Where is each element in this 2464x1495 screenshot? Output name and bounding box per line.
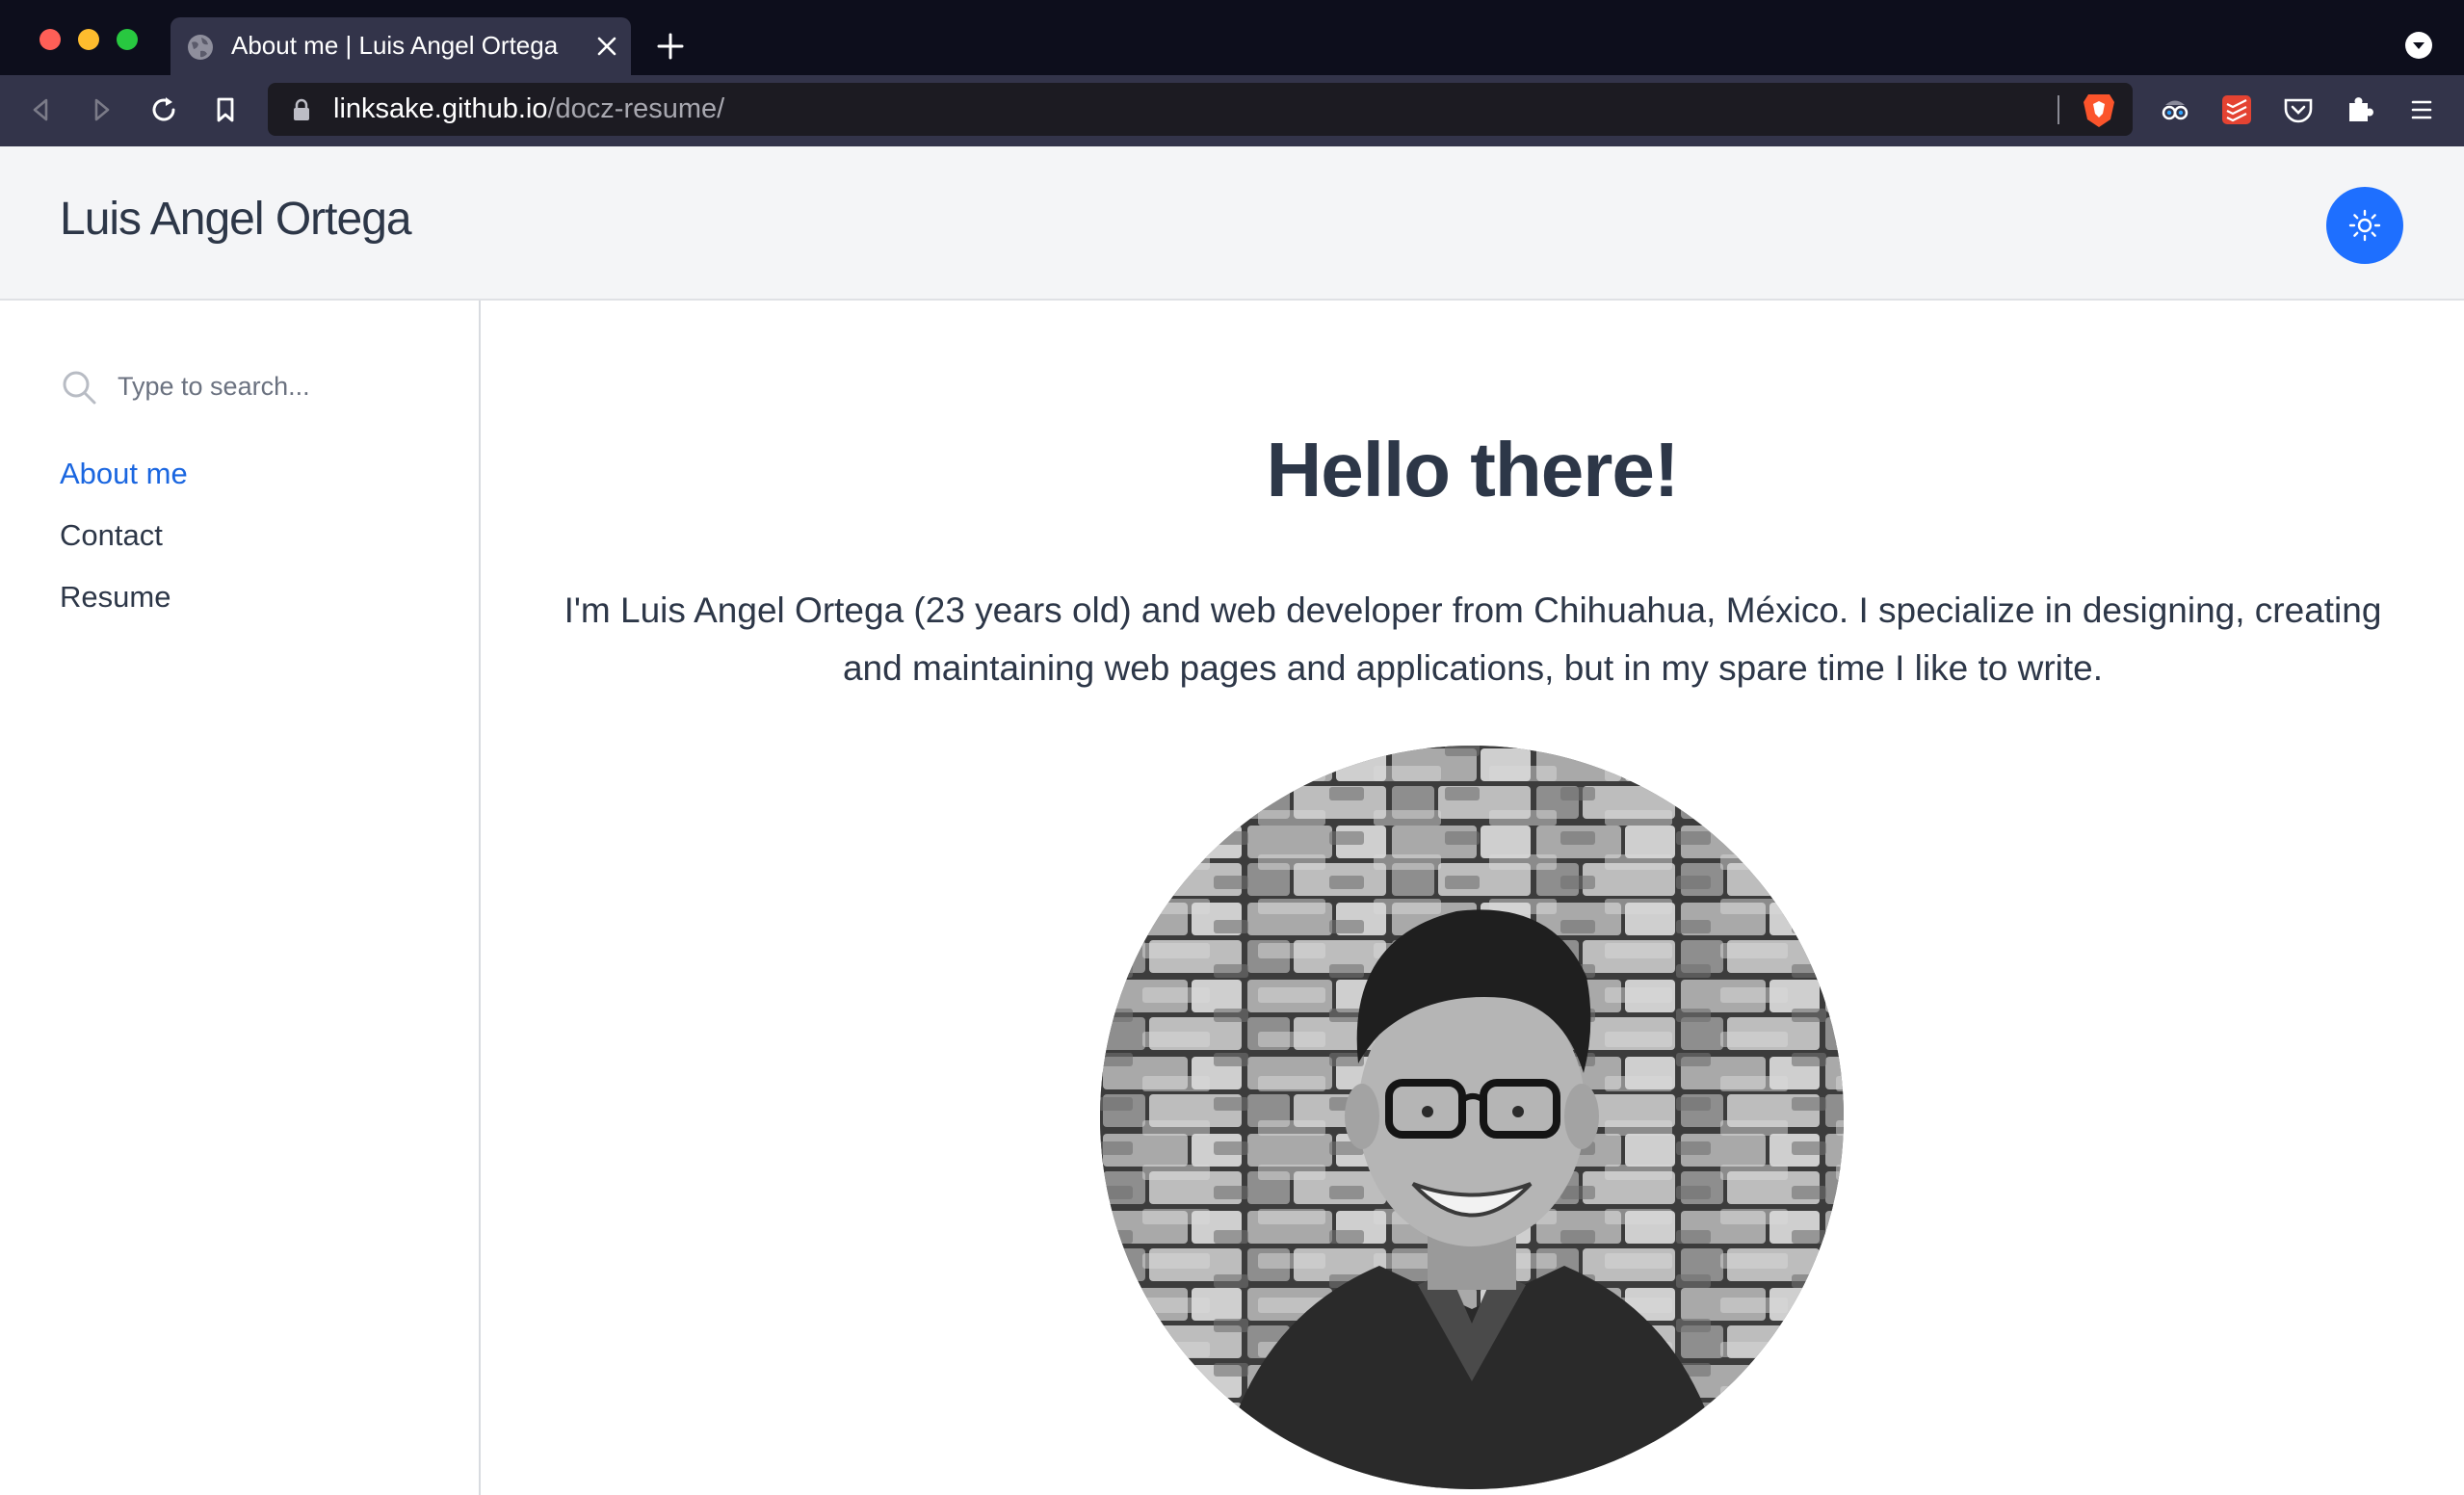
sidebar-item-contact[interactable]: Contact [60, 518, 163, 553]
browser-tab-bar: About me | Luis Angel Ortega [0, 0, 2464, 75]
close-window-button[interactable] [39, 29, 61, 50]
todoist-icon[interactable] [2219, 92, 2254, 127]
search-input[interactable] [116, 362, 457, 410]
lock-icon [294, 98, 309, 120]
maximize-window-button[interactable] [117, 29, 138, 50]
extensions-puzzle-icon[interactable] [2343, 92, 2377, 127]
search-icon [63, 371, 96, 405]
theme-toggle-button[interactable] [2326, 187, 2403, 264]
extension-spy-icon[interactable] [2158, 92, 2192, 127]
bookmark-icon[interactable] [208, 92, 243, 127]
intro-paragraph: I'm Luis Angel Ortega (23 years old) and… [558, 582, 2388, 697]
browser-tab[interactable]: About me | Luis Angel Ortega [170, 17, 631, 75]
main-content: Hello there! I'm Luis Angel Ortega (23 y… [481, 301, 2464, 1495]
intro-line-2: and maintaining web pages and applicatio… [842, 648, 2104, 688]
url-path: /docz-resume/ [547, 93, 725, 124]
hamburger-menu-icon[interactable] [2404, 92, 2439, 127]
new-tab-icon[interactable] [657, 33, 684, 60]
tab-list-button[interactable] [2405, 32, 2432, 59]
url-host: linksake.github.io [333, 93, 548, 124]
address-bar[interactable]: linksake.github.io/docz-resume/ [268, 83, 2133, 136]
close-tab-icon[interactable] [594, 34, 619, 59]
sun-icon [2348, 209, 2381, 242]
reload-icon[interactable] [146, 92, 181, 127]
sidebar: About me Contact Resume [0, 301, 481, 1495]
profile-photo-image [1100, 746, 1844, 1489]
back-icon[interactable] [23, 92, 58, 127]
globe-icon [188, 35, 213, 60]
url-text: linksake.github.io/docz-resume/ [333, 93, 724, 125]
page-heading: Hello there! [1266, 427, 1679, 512]
forward-icon[interactable] [85, 92, 119, 127]
minimize-window-button[interactable] [78, 29, 99, 50]
site-header: Luis Angel Ortega [0, 146, 2464, 301]
pocket-icon[interactable] [2281, 92, 2316, 127]
site-title[interactable]: Luis Angel Ortega [60, 193, 412, 246]
chevron-down-icon [2413, 42, 2425, 49]
address-bar-divider [2058, 95, 2059, 124]
tab-title: About me | Luis Angel Ortega [231, 31, 559, 60]
sidebar-item-resume[interactable]: Resume [60, 580, 170, 615]
brave-shields-icon[interactable] [2081, 91, 2117, 129]
profile-photo [1100, 746, 1844, 1489]
intro-line-1: I'm Luis Angel Ortega (23 years old) and… [564, 590, 2382, 630]
sidebar-item-about-me[interactable]: About me [60, 457, 188, 491]
